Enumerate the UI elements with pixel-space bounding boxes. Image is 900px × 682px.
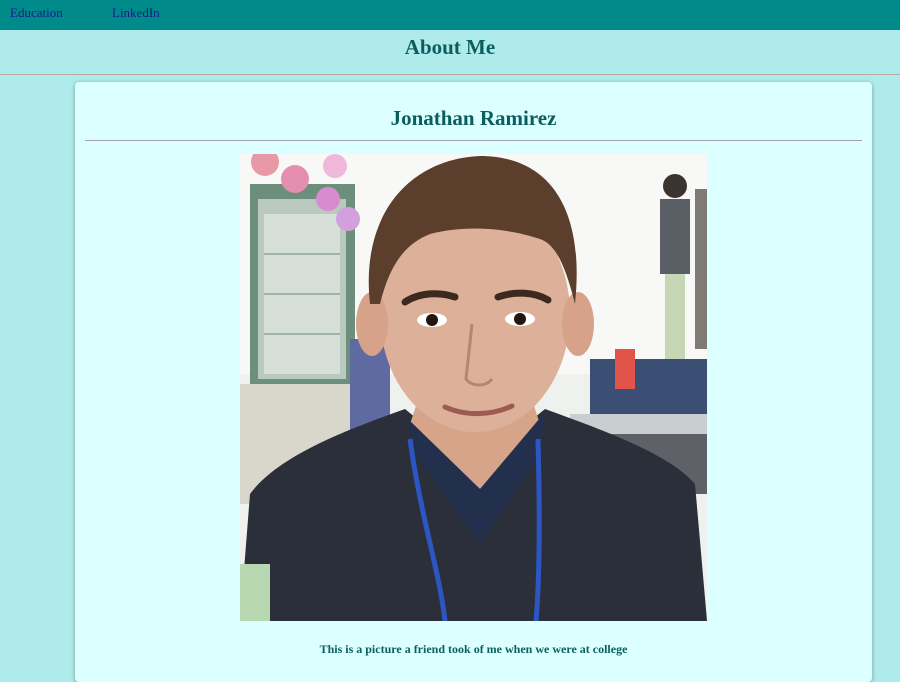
nav-link-education[interactable]: Education	[10, 6, 63, 20]
page-title: About Me	[404, 35, 496, 59]
profile-card: Jonathan Ramirez This is a picture a fri…	[75, 82, 872, 682]
top-nav-bar: Education LinkedIn	[0, 0, 900, 30]
photo-caption: This is a picture a friend took of me wh…	[319, 642, 628, 656]
page-header: About Me	[0, 30, 900, 75]
profile-photo	[240, 154, 707, 621]
nav-link-linkedin[interactable]: LinkedIn	[112, 6, 160, 20]
portrait-photo-illustration	[240, 154, 707, 621]
divider	[85, 140, 862, 141]
profile-name: Jonathan Ramirez	[390, 106, 557, 130]
